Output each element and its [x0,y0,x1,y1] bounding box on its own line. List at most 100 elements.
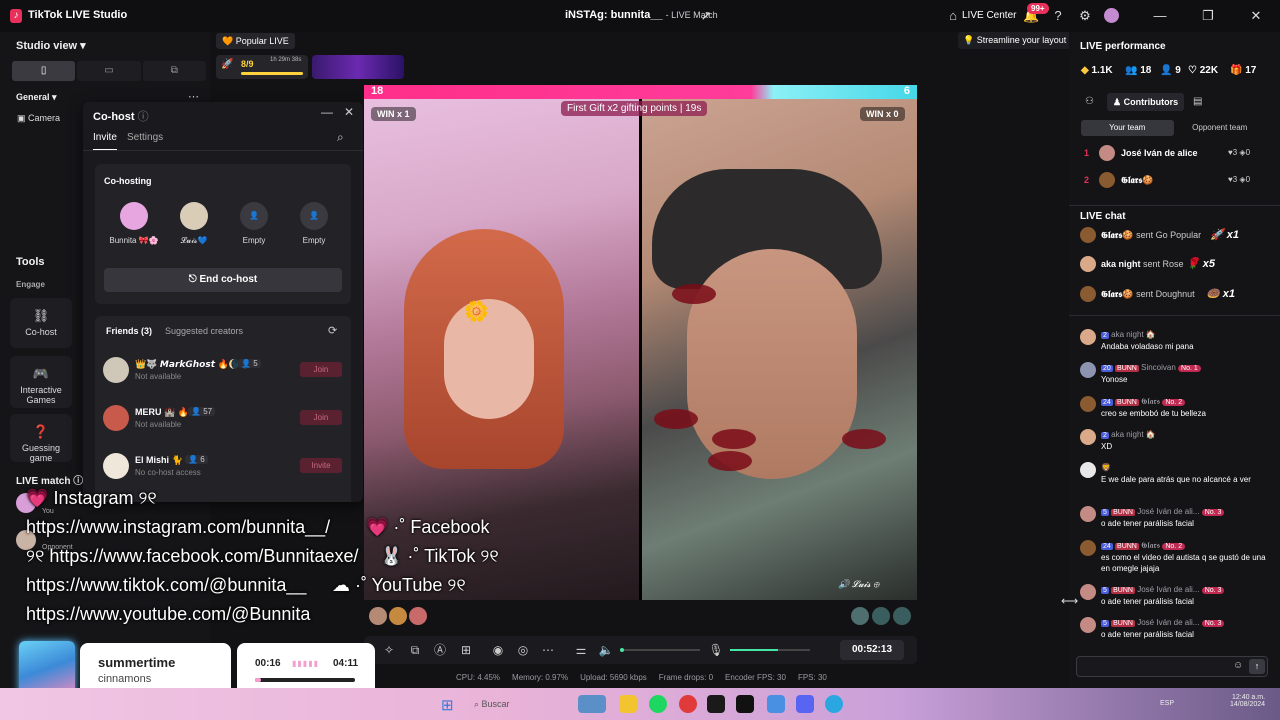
camera-source[interactable]: ▣ Camera [17,113,60,124]
home-icon[interactable]: ⌂ [945,8,961,24]
slot-1[interactable]: Bunnita 🎀🌸 [109,202,159,245]
cohost-tool-button[interactable]: ⛓ Co-host [10,298,72,348]
refresh-icon[interactable]: ⟳ [328,324,337,337]
share-icon[interactable]: ↗ [698,8,714,24]
avatar[interactable] [1104,8,1119,23]
edge-icon[interactable] [825,695,843,713]
song-progress-bar[interactable] [255,678,355,682]
stat-value: 17 [1245,65,1257,76]
clock[interactable]: 12:40 a.m. 14/08/2024 [1230,694,1265,708]
opera-icon[interactable] [679,695,697,713]
cohosting-heading: Co-hosting [104,176,152,186]
tab-friends[interactable]: Friends (3) [106,326,152,336]
app-icon[interactable] [767,695,785,713]
tab-your-team[interactable]: Your team [1081,120,1174,136]
clock-time: 12:40 a.m. [1231,694,1266,701]
chat-text: Yonose [1101,375,1128,384]
overlay-line: https://www.tiktok.com/@bunnita__ [26,575,307,595]
minimize-icon[interactable]: — [321,105,333,119]
volume-slider[interactable] [620,648,700,652]
record-icon[interactable]: ◉ [490,642,506,658]
search-icon[interactable]: ⌕ [337,130,344,145]
live-center-link[interactable]: LIVE Center [962,10,1016,21]
studio-view-dropdown[interactable]: Studio view ▾ [16,39,86,52]
folder-icon[interactable] [619,695,637,713]
tab-multi[interactable]: ⧉ [142,61,206,81]
volume-handle[interactable] [620,648,624,652]
capcut-icon[interactable] [707,695,725,713]
more-icon[interactable]: ⋯ [540,642,556,658]
windows-start-icon[interactable]: ⊞ [441,696,454,714]
join-button[interactable]: Join [300,362,342,377]
slot-4[interactable]: 👤 Empty [289,202,339,245]
emoji-icon[interactable]: ☺ [1233,660,1243,671]
spotify-icon[interactable] [649,695,667,713]
tiktok-icon[interactable] [736,695,754,713]
mic-slider[interactable] [730,649,810,651]
list-icon[interactable]: ▤ [1193,96,1202,107]
tab-suggested[interactable]: Suggested creators [165,326,243,336]
friend-count: 👤 57 [188,407,216,416]
mixer-icon[interactable]: ⚌ [573,642,589,658]
close-icon[interactable]: ✕ [344,105,354,119]
minimize-icon[interactable]: — [1152,8,1168,24]
friend-name: 👑🐺 𝙈𝙖𝙧𝙠𝙂𝙝𝙤𝙨𝙩 🔥🌘🦁 [135,359,252,369]
maximize-icon[interactable]: ❐ [1200,8,1216,24]
help-icon[interactable]: ? [1050,8,1066,24]
magic-icon[interactable]: ✧ [381,642,397,658]
screenshot-icon[interactable]: ◎ [515,642,531,658]
invite-button[interactable]: Invite [300,458,342,473]
popular-live-badge[interactable]: 🧡 Popular LIVE [216,33,295,49]
overlay-side: ☁ ·˚ YouTube ୨୧ [332,575,466,595]
gear-icon[interactable]: ⚙ [1077,8,1093,24]
taskbar-search[interactable]: ⌕ Buscar [474,699,510,710]
guessing-game-button[interactable]: ❓ Guessing game [10,414,72,463]
speaker-icon[interactable]: 🔈 [598,642,614,658]
score-left: 18 [371,85,384,97]
general-dropdown[interactable]: General ▾ [16,92,57,103]
cohosting-box: Co-hosting Bunnita 🎀🌸 𝓛𝓾𝓲𝓼💙 👤 Empty 👤 Empt… [95,164,351,304]
level-badge: 2 [1101,332,1109,339]
microphone-icon[interactable]: 🎙 [708,642,724,658]
add-source-icon[interactable]: ⊞ [458,642,474,658]
end-cohost-button[interactable]: ⎋ End co-host [104,268,342,292]
promo-banner[interactable] [312,55,404,79]
stream-controls: ✧ ⧉ Ⓐ ⊞ ◉ ◎ ⋯ ⚌ 🔈 🎙 00:52:13 [364,636,917,664]
slot-3[interactable]: 👤 Empty [229,202,279,245]
tab-portrait[interactable]: ▯ [12,61,76,81]
interactive-games-button[interactable]: 🎮 Interactive Games [10,356,72,408]
tab-invite[interactable]: Invite [93,132,117,151]
widget-icon[interactable] [578,695,606,713]
studio-view-label: Studio view [16,40,78,52]
friend-count: 👤 6 [185,455,208,464]
chat-input[interactable]: ☺ ↑ [1076,656,1268,677]
tab-landscape[interactable]: ▭ [77,61,141,81]
language-indicator[interactable]: ESP [1160,700,1174,707]
chat-header: 5 BUNN José Iván de ali... No. 3 [1101,507,1225,516]
fps-stat: FPS: 30 [797,673,827,682]
tab-opponent-team[interactable]: Opponent team [1174,120,1267,136]
rank-badge: No. 2 [1162,399,1186,406]
tab-settings[interactable]: Settings [127,132,163,143]
avatar [1080,227,1096,243]
app-title: TikTok LIVE Studio [28,9,128,21]
avatar [1080,286,1096,302]
taskbar-search-label: Buscar [481,699,510,709]
guessing-game-label: Guessing game [21,443,61,463]
ai-icon[interactable]: Ⓐ [432,642,448,658]
join-button[interactable]: Join [300,410,342,425]
gift-event: 𝕲𝖑𝖆𝖗𝖘🍪 sent Doughnut 🍩 x1 [1080,284,1270,304]
discord-icon[interactable] [796,695,814,713]
avatar [1080,362,1096,378]
fan-badge: BUNN [1115,365,1139,372]
opponent-avatars [851,607,911,625]
streamline-tip[interactable]: 💡 Streamline your layout [958,32,1072,49]
tab-contributors[interactable]: ♟ Contributors [1107,93,1185,111]
chat-text: es como el video del autista q se gustó … [1101,553,1266,573]
layout-icon[interactable]: ⧉ [407,642,423,658]
send-icon[interactable]: ↑ [1249,659,1265,674]
overlay-line: https://www.youtube.com/@Bunnita [26,604,311,624]
close-icon[interactable]: ✕ [1248,8,1264,24]
slot-2[interactable]: 𝓛𝓾𝓲𝓼💙 [169,202,219,246]
user-icon[interactable]: ⚇ [1085,96,1094,107]
